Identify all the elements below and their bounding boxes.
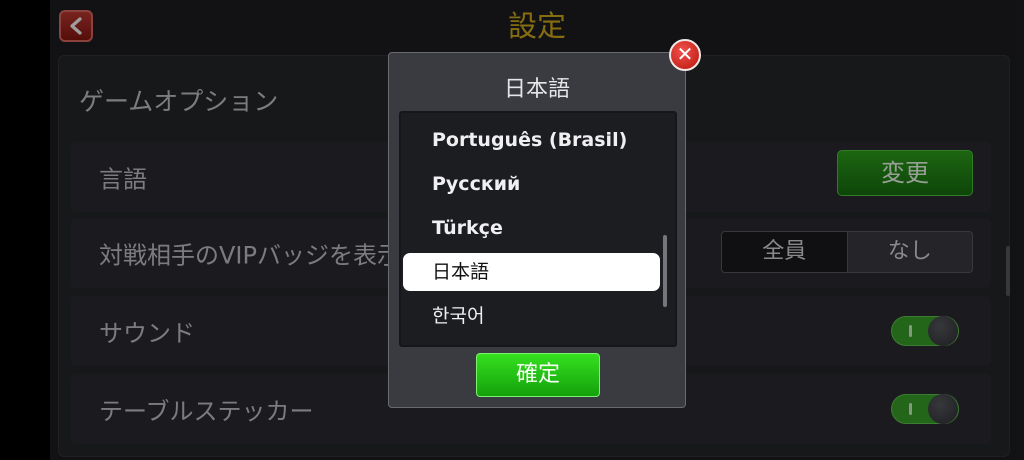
language-option-russian[interactable]: Русский [403,165,660,203]
language-option-portuguese[interactable]: Português (Brasil) [403,121,660,159]
language-list-scrollbar[interactable] [663,235,667,307]
close-icon[interactable]: ✕ [669,39,701,71]
settings-screen: 設定 ゲームオプション 言語 変更 対戦相手のVIPバッジを表示 全員 なし サ… [50,0,1024,460]
confirm-button[interactable]: 確定 [476,353,600,397]
language-option-japanese[interactable]: 日本語 [403,253,660,291]
dialog-title: 日本語 [503,77,570,102]
language-list: Português (Brasil) Русский Türkçe 日本語 한국… [399,111,677,347]
language-dialog: 日本語 ✕ Português (Brasil) Русский Türkçe … [388,39,701,408]
language-option-korean[interactable]: 한국어 [403,297,660,335]
language-option-turkish[interactable]: Türkçe [403,209,660,247]
